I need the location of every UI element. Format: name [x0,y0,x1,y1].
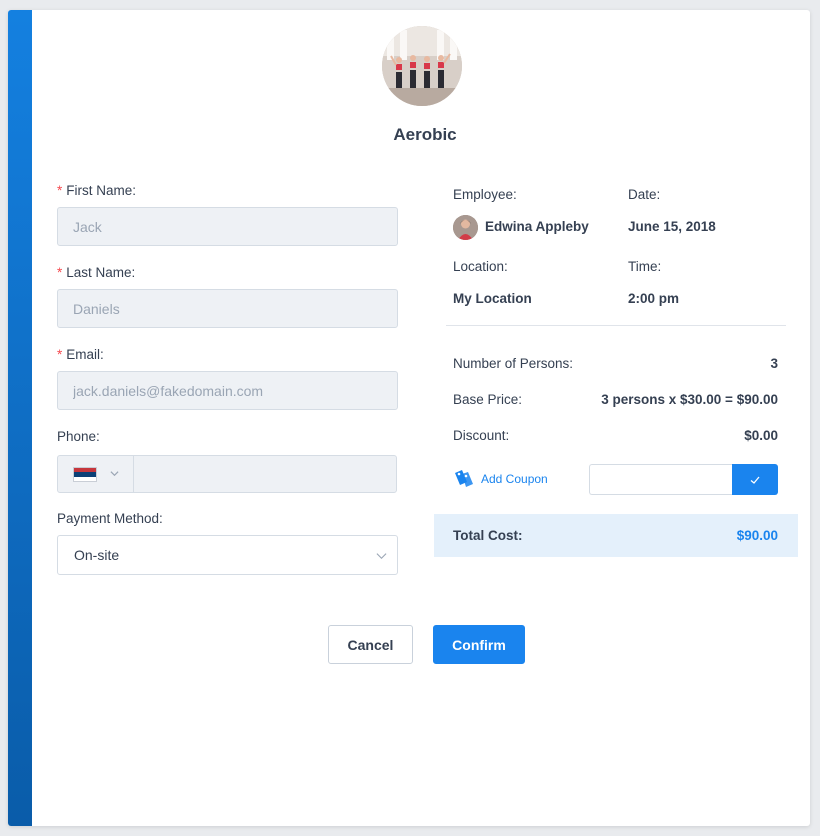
phone-input[interactable] [135,456,396,492]
time-value: 2:00 pm [628,291,680,306]
coupon-input[interactable] [589,464,733,495]
required-marker: * [57,183,63,198]
first-name-input[interactable] [57,207,398,246]
email-label-text: Email: [66,347,104,362]
employee-avatar [453,215,478,240]
aerobic-class-photo [382,26,462,106]
payment-method-label: Payment Method: [57,511,163,526]
payment-method-select[interactable]: On-site [57,535,398,575]
employee-name: Edwina Appleby [485,219,589,234]
add-coupon-link[interactable]: Add Coupon [453,468,548,490]
payment-method-value: On-site [74,547,120,563]
persons-value: 3 [770,356,778,371]
chevron-down-icon [376,553,387,560]
total-cost-value: $90.00 [736,528,778,543]
last-name-label-text: Last Name: [66,265,136,280]
email-label: * Email: [57,347,104,362]
add-coupon-text: Add Coupon [481,472,548,486]
date-label: Date: [628,187,661,202]
booking-card: Aerobic *First Name: *Last Name: *Email:… [8,10,810,826]
employee-label: Employee: [453,187,517,202]
discount-label: Discount: [453,428,510,443]
required-marker: * [57,347,63,362]
required-marker: * [57,265,63,280]
checkmark-icon [750,476,760,484]
chevron-down-icon [110,471,119,477]
total-cost-box: Total Cost: $90.00 [434,514,798,557]
base-price-value: 3 persons x $30.00 = $90.00 [601,392,778,407]
phone-field [57,455,397,493]
divider [446,325,786,326]
last-name-label: * Last Name: [57,265,135,280]
location-value: My Location [453,291,532,306]
first-name-label-text: First Name: [66,183,137,198]
accent-sidebar [8,10,32,826]
coupon-tag-icon [455,470,473,487]
discount-value: $0.00 [744,428,778,443]
time-label: Time: [628,259,662,274]
email-input[interactable] [57,371,398,410]
total-cost-label: Total Cost: [453,528,523,543]
serbia-flag-icon [73,467,97,482]
phone-label: Phone: [57,429,100,444]
first-name-label: * First Name: [57,183,136,198]
date-value: June 15, 2018 [628,219,716,234]
country-code-select[interactable] [58,456,134,492]
last-name-input[interactable] [57,289,398,328]
confirm-button[interactable]: Confirm [433,625,525,664]
cancel-button[interactable]: Cancel [328,625,413,664]
location-label: Location: [453,259,508,274]
persons-label: Number of Persons: [453,356,574,371]
service-title: Aerobic [393,125,457,144]
base-price-label: Base Price: [453,392,523,407]
apply-coupon-button[interactable] [732,464,778,495]
